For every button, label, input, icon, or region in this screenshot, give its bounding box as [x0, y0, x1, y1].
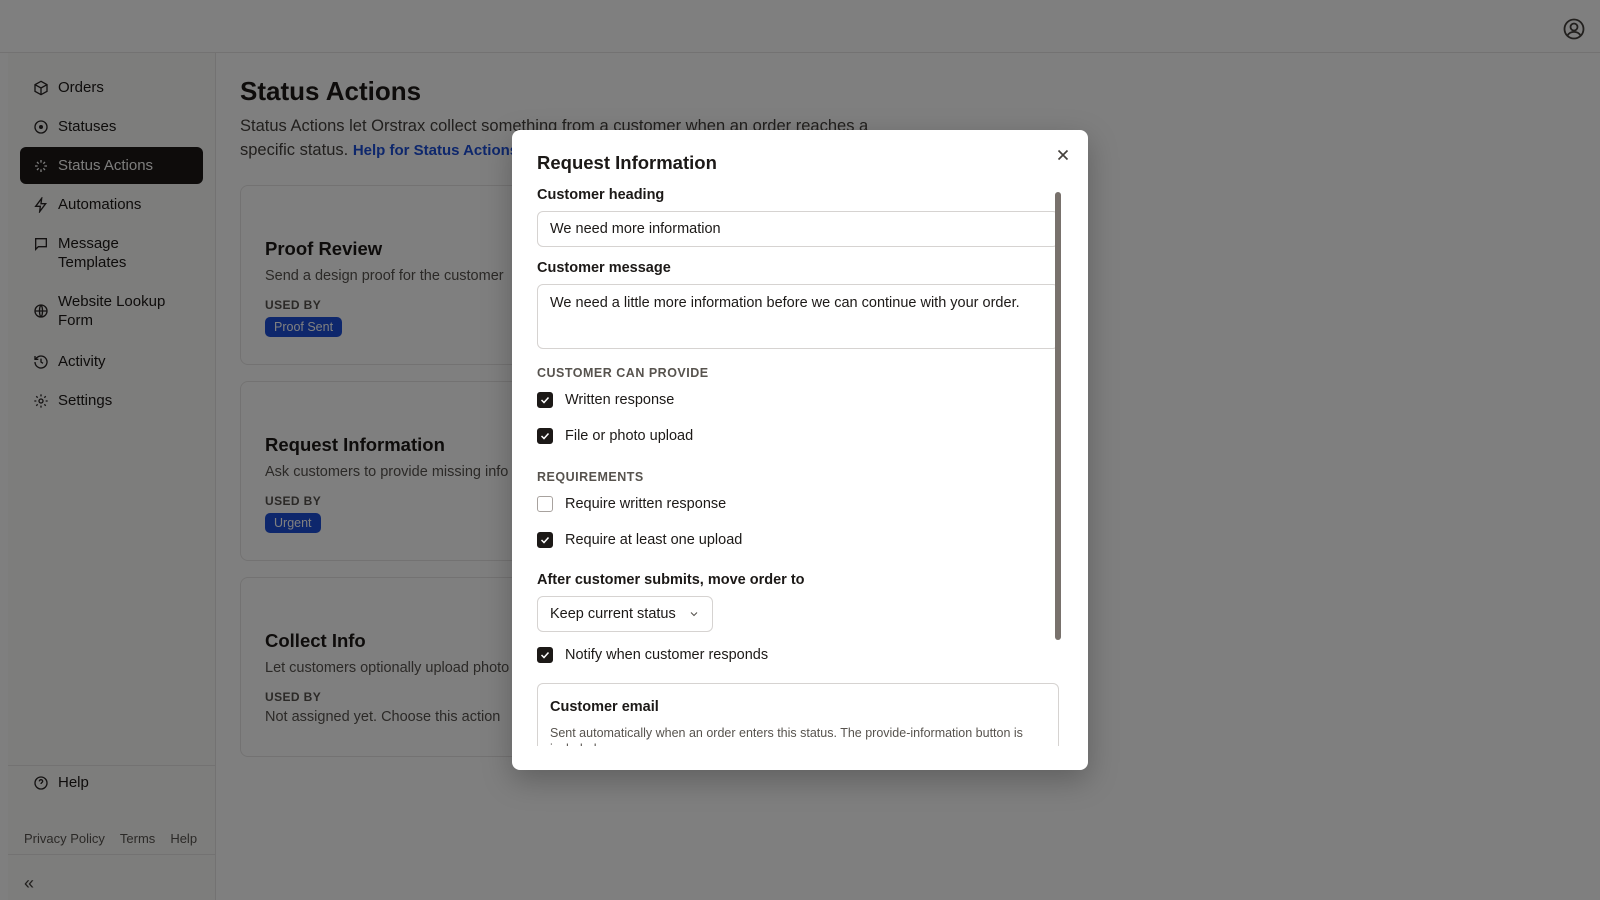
written-response-option[interactable]: Written response	[537, 392, 674, 408]
request-information-dialog: Request Information Customer heading We …	[512, 130, 1088, 770]
move-order-label: After customer submits, move order to	[537, 572, 805, 588]
require-written-checkbox[interactable]	[537, 496, 553, 512]
customer-can-provide-heading: CUSTOMER CAN PROVIDE	[537, 366, 709, 380]
move-order-select[interactable]: Keep current status	[537, 596, 713, 632]
require-written-label: Require written response	[565, 496, 727, 512]
customer-email-card: Customer email Sent automatically when a…	[537, 683, 1059, 746]
customer-email-title: Customer email	[550, 699, 659, 715]
dialog-body: Customer heading We need more informatio…	[537, 187, 1059, 746]
file-upload-label: File or photo upload	[565, 428, 694, 444]
customer-email-description: Sent automatically when an order enters …	[550, 726, 1023, 746]
check-icon	[540, 432, 550, 440]
file-upload-option[interactable]: File or photo upload	[537, 428, 693, 444]
check-icon	[540, 651, 550, 659]
move-order-value: Keep current status	[550, 606, 676, 622]
written-response-label: Written response	[565, 392, 675, 408]
require-upload-label: Require at least one upload	[565, 532, 743, 548]
customer-message-textarea[interactable]: We need a little more information before…	[537, 284, 1059, 349]
require-upload-checkbox[interactable]	[537, 532, 553, 548]
require-upload-option[interactable]: Require at least one upload	[537, 532, 742, 548]
dialog-scrollbar[interactable]	[1055, 192, 1061, 640]
requirements-heading: REQUIREMENTS	[537, 470, 644, 484]
notify-label: Notify when customer responds	[565, 647, 769, 663]
close-icon[interactable]	[1054, 146, 1072, 164]
require-written-option[interactable]: Require written response	[537, 496, 726, 512]
dialog-title: Request Information	[537, 152, 717, 173]
file-upload-checkbox[interactable]	[537, 428, 553, 444]
notify-checkbox[interactable]	[537, 647, 553, 663]
chevron-down-icon	[690, 612, 698, 617]
customer-heading-input[interactable]: We need more information	[537, 211, 1059, 247]
check-icon	[540, 536, 550, 544]
notify-option[interactable]: Notify when customer responds	[537, 647, 768, 663]
written-response-checkbox[interactable]	[537, 392, 553, 408]
customer-heading-label: Customer heading	[537, 187, 665, 203]
customer-message-label: Customer message	[537, 260, 671, 276]
check-icon	[540, 396, 550, 404]
